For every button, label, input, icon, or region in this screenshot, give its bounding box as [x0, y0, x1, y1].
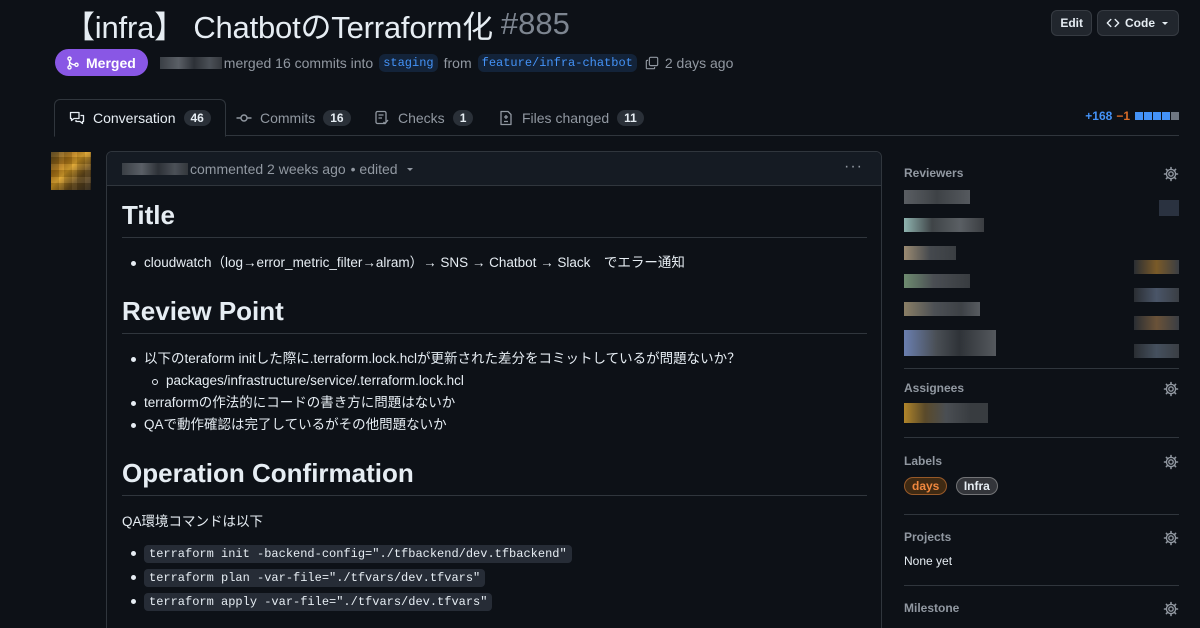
command-list: terraform init -backend-config="./tfback…	[122, 542, 867, 613]
list-item: QAで動作確認は完了しているがその他問題ないか	[122, 414, 867, 436]
merged-status-badge: Merged	[55, 49, 148, 76]
assignees-title[interactable]: Assignees	[904, 381, 1179, 395]
pr-description-comment: commented 2 weeks ago • edited ··· Title…	[106, 151, 882, 628]
command-code: terraform apply -var-file="./tfvars/dev.…	[144, 593, 493, 611]
list-item: terraformの作法的にコードの書き方に問題はないか	[122, 392, 867, 414]
avatar[interactable]	[51, 152, 91, 190]
labels-list: days Infra	[904, 477, 1002, 495]
author-name-redacted[interactable]	[159, 56, 222, 69]
pr-title-row: 【infra】 ChatbotのTerraform化 #885	[64, 2, 570, 46]
gear-icon[interactable]	[1163, 601, 1179, 617]
list-item: terraform apply -var-file="./tfvars/dev.…	[122, 590, 867, 613]
milestone-section: Milestone	[904, 601, 1179, 628]
projects-title[interactable]: Projects	[904, 530, 1179, 544]
code-button[interactable]: Code	[1097, 10, 1179, 36]
comment-timestamp: commented 2 weeks ago	[190, 160, 346, 177]
from-text: from	[443, 54, 472, 71]
edited-label: • edited	[350, 160, 398, 177]
tab-conversation-count: 46	[183, 110, 211, 126]
gear-icon[interactable]	[1163, 166, 1179, 182]
gear-icon[interactable]	[1163, 381, 1179, 397]
heading-title: Title	[122, 200, 867, 238]
chevron-down-icon	[1162, 22, 1168, 25]
reviewers-title[interactable]: Reviewers	[904, 166, 1179, 180]
qa-text: QA環境コマンドは以下	[122, 514, 264, 529]
diffstat: +168 −1	[1085, 109, 1179, 123]
merged-text: merged 16 commits into	[223, 54, 374, 71]
git-commit-icon	[236, 113, 252, 122]
tab-commits-count: 16	[323, 109, 351, 126]
gear-icon[interactable]	[1163, 530, 1179, 546]
tab-files-changed-count: 11	[617, 109, 644, 126]
command-code: terraform plan -var-file="./tfvars/dev.t…	[144, 569, 486, 587]
labels-title[interactable]: Labels	[904, 454, 1179, 468]
tab-checks-count: 1	[452, 109, 474, 126]
sidebar-divider	[904, 514, 1179, 515]
label-infra[interactable]: Infra	[955, 477, 998, 495]
review-list: 以下のteraform initした際に.terraform.lock.hclが…	[122, 348, 867, 436]
kebab-menu-icon[interactable]: ···	[844, 158, 863, 176]
projects-section: Projects None yet	[904, 530, 1179, 580]
chevron-down-icon	[407, 167, 414, 171]
heading-operation-confirmation: Operation Confirmation	[122, 458, 867, 496]
checklist-icon	[375, 110, 389, 124]
assignees-section: Assignees	[904, 381, 1179, 431]
assignee-redacted[interactable]	[904, 403, 988, 423]
pr-meta: Merged merged 16 commits into staging fr…	[55, 49, 733, 76]
tab-conversation[interactable]: Conversation 46	[54, 99, 226, 137]
reviewers-section: Reviewers	[904, 166, 1179, 366]
base-branch[interactable]: staging	[379, 53, 438, 72]
tab-files-changed-label: Files changed	[522, 109, 610, 126]
comment-body: Title cloudwatch（log→error_metric_filter…	[107, 186, 881, 613]
sidebar-divider	[904, 437, 1179, 438]
comment-header: commented 2 weeks ago • edited ···	[107, 152, 881, 186]
sidebar-divider	[904, 585, 1179, 586]
list-item: terraform init -backend-config="./tfback…	[122, 542, 867, 565]
diff-additions: +168	[1085, 109, 1113, 123]
heading-review-point: Review Point	[122, 296, 867, 334]
edit-button[interactable]: Edit	[1051, 10, 1092, 36]
pr-tabs: Conversation 46 Commits 16 Checks 1 File…	[54, 99, 1179, 137]
edit-button-label: Edit	[1060, 16, 1083, 30]
list-item: packages/infrastructure/service/.terrafo…	[122, 370, 867, 392]
list-item: 以下のteraform initした際に.terraform.lock.hclが…	[122, 348, 867, 370]
diffstat-bar	[1134, 112, 1179, 120]
merged-status-label: Merged	[86, 54, 136, 71]
title-list: cloudwatch（log→error_metric_filter→alram…	[122, 252, 867, 274]
tab-checks[interactable]: Checks 1	[374, 99, 474, 136]
comment-discussion-icon	[69, 111, 85, 125]
gear-icon[interactable]	[1163, 454, 1179, 470]
label-days[interactable]: days	[904, 477, 948, 495]
edited-indicator[interactable]: • edited	[351, 161, 416, 177]
code-button-label: Code	[1125, 16, 1155, 30]
command-code: terraform init -backend-config="./tfback…	[144, 545, 572, 563]
pr-number: #885	[500, 6, 570, 41]
milestone-title[interactable]: Milestone	[904, 601, 1179, 615]
git-merge-icon	[67, 55, 79, 70]
copy-icon[interactable]	[645, 56, 659, 70]
tab-files-changed[interactable]: Files changed 11	[498, 99, 644, 136]
list-item: cloudwatch（log→error_metric_filter→alram…	[122, 252, 867, 274]
code-icon	[1106, 18, 1120, 28]
commenter-name-redacted[interactable]	[122, 162, 188, 175]
tab-checks-label: Checks	[398, 109, 445, 126]
labels-section: Labels days Infra	[904, 454, 1179, 504]
file-diff-icon	[500, 110, 512, 125]
list-item: terraform plan -var-file="./tfvars/dev.t…	[122, 566, 867, 589]
pull-request-page: 【infra】 ChatbotのTerraform化 #885 Edit Cod…	[0, 0, 1200, 628]
tab-commits-label: Commits	[260, 109, 316, 126]
tab-commits[interactable]: Commits 16	[236, 99, 351, 136]
header-actions: Edit Code	[1051, 10, 1179, 36]
tab-conversation-label: Conversation	[93, 110, 176, 126]
pr-title: 【infra】 ChatbotのTerraform化	[64, 9, 493, 45]
diff-deletions: −1	[1116, 109, 1130, 123]
merged-time: 2 days ago	[664, 54, 734, 71]
sidebar-divider	[904, 368, 1179, 369]
projects-value: None yet	[904, 554, 953, 568]
head-branch[interactable]: feature/infra-chatbot	[477, 53, 637, 72]
